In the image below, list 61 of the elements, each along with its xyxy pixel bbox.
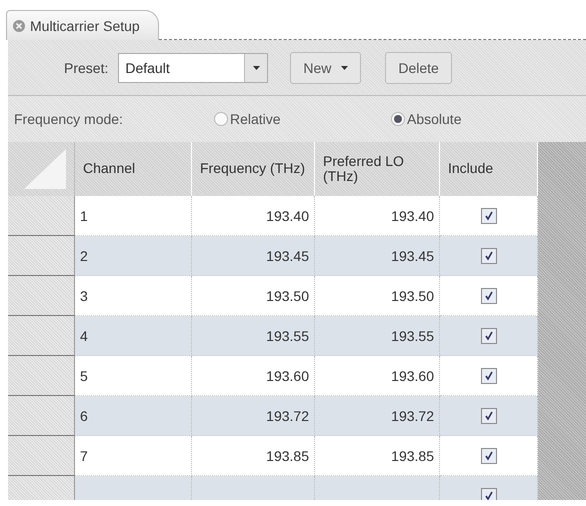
check-icon [484,410,494,420]
row-header[interactable] [8,396,75,436]
column-header[interactable]: Frequency (THz) [192,142,315,196]
include-checkbox[interactable] [480,368,496,384]
table-cell: 6 [75,396,192,436]
include-checkbox[interactable] [480,208,496,224]
include-checkbox[interactable] [480,288,496,304]
table-cell: 193.72 [315,396,440,436]
table-cell: 193.45 [192,236,315,276]
caret-icon [341,66,348,70]
preset-dropdown[interactable]: Default [118,52,268,82]
row-header[interactable] [8,356,75,396]
table-cell: 193.85 [315,436,440,476]
table-cell: 193.40 [315,196,440,236]
table-cell: 5 [75,356,192,396]
table-cell: 193.60 [192,356,315,396]
delete-button[interactable]: Delete [385,52,452,84]
check-icon [484,370,494,380]
row-header[interactable] [8,276,75,316]
column-header[interactable]: Include [440,142,538,196]
row-header[interactable] [8,436,75,476]
table-cell: 1 [75,196,192,236]
table-cell: 7 [75,436,192,476]
radio-button[interactable] [214,112,228,126]
multicarrier-setup-tab[interactable]: Multicarrier Setup [6,10,159,40]
include-checkbox[interactable] [480,248,496,264]
table-cell: 193.50 [315,276,440,316]
row-header[interactable] [8,236,75,276]
check-icon [484,490,494,500]
table-cell: 193.55 [315,316,440,356]
radio-label[interactable]: Relative [230,111,281,127]
close-icon[interactable] [13,20,25,32]
include-checkbox[interactable] [480,488,496,500]
check-icon [484,290,494,300]
table-cell: 193.60 [315,356,440,396]
include-checkbox[interactable] [480,328,496,344]
table-cell: 193.72 [192,396,315,436]
table-cell: 4 [75,316,192,356]
table-cell: 193.55 [192,316,315,356]
column-header[interactable]: Channel [75,142,192,196]
table-cell: 193.50 [192,276,315,316]
table-cell: 193.85 [192,436,315,476]
caret-icon [252,66,260,70]
include-checkbox[interactable] [480,408,496,424]
new-button[interactable]: New [290,52,362,84]
row-header[interactable] [8,196,75,236]
radio-button[interactable] [391,112,405,126]
table-cell: 193.45 [315,236,440,276]
column-header[interactable]: Preferred LO (THz) [315,142,440,196]
radio-label[interactable]: Absolute [407,111,462,127]
check-icon [484,250,494,260]
include-checkbox[interactable] [480,448,496,464]
check-icon [484,450,494,460]
table-cell: 3 [75,276,192,316]
preset-label: Preset: [64,60,108,76]
table-cell: 2 [75,236,192,276]
frequency-mode-label: Frequency mode: [14,111,124,127]
check-icon [484,210,494,220]
row-header[interactable] [8,316,75,356]
table-cell: 193.40 [192,196,315,236]
check-icon [484,330,494,340]
